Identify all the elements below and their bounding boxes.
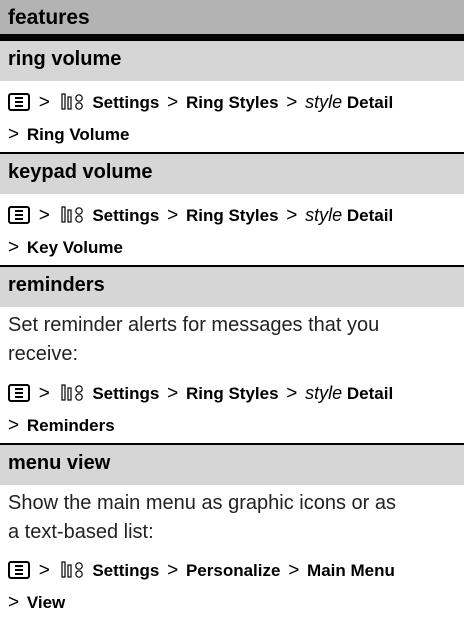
menu-item-settings: Settings	[92, 93, 160, 112]
menu-path-line-2: > Reminders	[8, 415, 115, 436]
menu-item-personalize: Personalize	[185, 561, 281, 580]
section-title: reminders	[0, 265, 464, 307]
settings-icon	[60, 206, 83, 223]
menu-path: > Settings > Ring Styles > style Detail …	[8, 377, 458, 442]
menu-key-icon	[8, 206, 30, 224]
settings-icon	[60, 561, 83, 578]
menu-item-main-menu: Main Menu	[307, 561, 395, 580]
menu-path-line-1: > Settings > Personalize > Main Menu	[8, 555, 458, 587]
menu-item-ring-styles: Ring Styles	[185, 206, 279, 225]
menu-path-line-1: > Settings > Ring Styles > style Detail	[8, 86, 458, 119]
menu-key-icon	[8, 384, 30, 402]
separator: >	[38, 92, 50, 113]
section-description: Show the main menu as graphic icons or a…	[8, 492, 396, 543]
menu-item-settings: Settings	[92, 561, 160, 580]
menu-path-line-2: > Key Volume	[8, 237, 123, 258]
table-header: features	[0, 0, 464, 39]
menu-path-line-2: > View	[8, 592, 66, 613]
style-placeholder: style	[305, 92, 343, 112]
section-title: menu view	[0, 443, 464, 485]
menu-item-final: View	[26, 593, 66, 612]
menu-item-detail: Detail	[346, 384, 394, 403]
menu-path: > Settings > Ring Styles > style Detail …	[8, 86, 458, 151]
style-placeholder: style	[305, 383, 343, 403]
menu-item-final: Key Volume	[26, 238, 123, 257]
menu-item-detail: Detail	[346, 93, 394, 112]
style-placeholder: style	[305, 205, 343, 225]
menu-path-line-2: > Ring Volume	[8, 124, 130, 145]
menu-item-ring-styles: Ring Styles	[185, 384, 279, 403]
header-title: features	[8, 6, 90, 29]
menu-path-line-1: > Settings > Ring Styles > style Detail	[8, 377, 458, 410]
settings-icon	[60, 93, 83, 110]
menu-path-line-1: > Settings > Ring Styles > style Detail	[8, 199, 458, 232]
menu-item-final: Reminders	[26, 416, 115, 435]
settings-icon	[60, 384, 83, 401]
menu-item-settings: Settings	[92, 206, 160, 225]
section-title: ring volume	[0, 39, 464, 81]
menu-path: > Settings > Personalize > Main Menu > V…	[8, 555, 458, 619]
menu-key-icon	[8, 93, 30, 111]
menu-path: > Settings > Ring Styles > style Detail …	[8, 199, 458, 264]
menu-item-ring-styles: Ring Styles	[185, 93, 279, 112]
menu-item-final: Ring Volume	[26, 125, 130, 144]
menu-item-detail: Detail	[346, 206, 394, 225]
section-title: keypad volume	[0, 152, 464, 194]
menu-item-settings: Settings	[92, 384, 160, 403]
menu-key-icon	[8, 561, 30, 579]
section-description: Set reminder alerts for messages that yo…	[8, 314, 380, 365]
features-table: features ring volume > Settings > Ring S…	[0, 0, 464, 636]
